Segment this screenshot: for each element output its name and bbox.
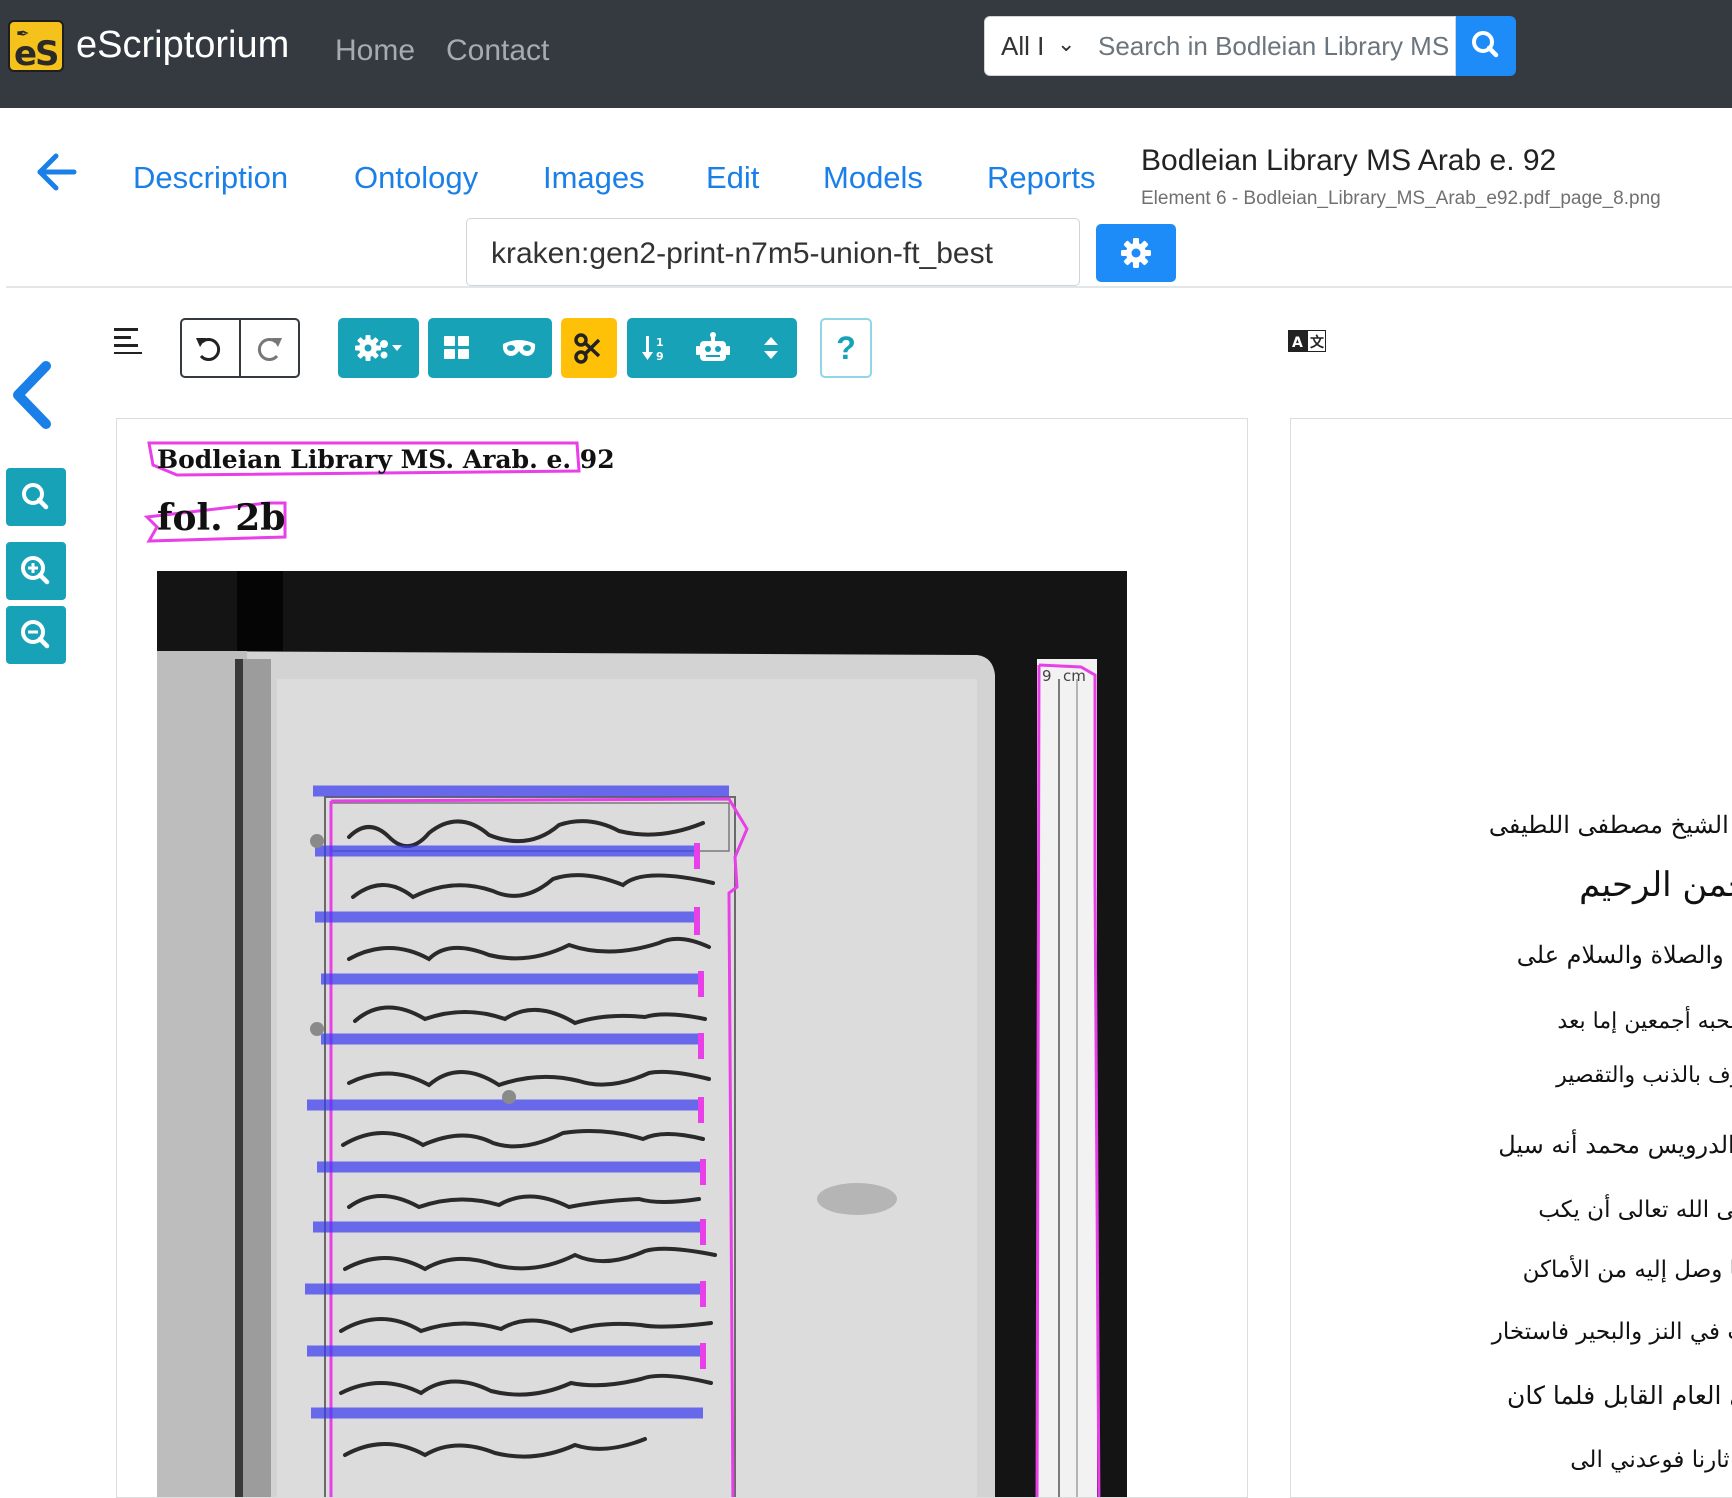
image-caption: Bodleian Library MS. Arab. e. 92 [157, 445, 615, 474]
search-icon [1472, 31, 1499, 58]
view-toggle-group [428, 318, 552, 378]
mask-icon[interactable] [500, 336, 538, 360]
svg-text:9: 9 [656, 350, 664, 362]
regions-icon[interactable] [442, 334, 472, 362]
top-navbar: ✒ eS eScriptorium Home Contact All I ⌄ S… [0, 0, 1732, 108]
lines-icon[interactable] [114, 326, 144, 354]
document-title: Bodleian Library MS Arab e. 92 [1141, 144, 1557, 177]
undo-redo-group [180, 318, 300, 378]
header-divider [6, 286, 1732, 288]
zoom-fit-button[interactable] [6, 468, 66, 526]
zoom-in-icon [21, 556, 50, 585]
redo-icon[interactable] [252, 334, 284, 364]
help-button[interactable]: ? [820, 318, 872, 378]
element-subtitle: Element 6 - Bodleian_Library_MS_Arab_e92… [1141, 188, 1661, 209]
undo-icon[interactable] [194, 334, 226, 364]
transcription-line[interactable]: ه ثارنا فوعدني الى [1570, 1447, 1732, 1473]
tab-models[interactable]: Models [823, 160, 923, 196]
model-settings-button[interactable] [1096, 224, 1176, 282]
transcription-line[interactable]: ما وصل إليه من الأماكن [1523, 1257, 1732, 1283]
transcription-line[interactable]: حمن الرحيم [1579, 865, 1732, 905]
ruler-unit-label: cm [1063, 667, 1086, 685]
ruler-top-label: 9 [1042, 667, 1052, 685]
cut-icon [574, 333, 601, 364]
transcription-line[interactable]: ا الدرويس محمد أنه سيل [1498, 1131, 1732, 1159]
translate-icon[interactable]: A 文 [1288, 330, 1326, 352]
gear-icon [1121, 238, 1151, 268]
transcription-line[interactable]: ن والصلاة والسلام على [1517, 941, 1732, 969]
tab-description[interactable]: Description [133, 160, 288, 196]
segmentation-panel: 9 cm Bodleian Library MS. Arab. e. 92 fo… [116, 418, 1248, 1498]
transcription-line[interactable]: ي العام القابل فلما كان [1507, 1381, 1732, 1410]
tab-reports[interactable]: Reports [987, 160, 1096, 196]
transcription-model-select[interactable]: kraken:gen2-print-n7m5-union-ft_best [466, 218, 1080, 286]
transcription-panel: ة الشيخ مصطفى اللطيفى حمن الرحيم ن والصل… [1290, 418, 1732, 1498]
zoom-out-icon [21, 620, 50, 649]
svg-text:A: A [1292, 335, 1303, 351]
folio-label: fol. 2b [157, 497, 286, 539]
tab-images[interactable]: Images [543, 160, 645, 196]
svg-text:文: 文 [1310, 334, 1325, 351]
robot-icon[interactable] [695, 332, 731, 364]
search-button[interactable] [1456, 16, 1516, 76]
brand-name[interactable]: eScriptorium [76, 24, 289, 67]
escriptorium-logo[interactable]: ✒ eS [8, 20, 64, 74]
tab-edit[interactable]: Edit [706, 160, 759, 196]
manuscript-image[interactable]: 9 cm [117, 419, 1248, 1498]
search-input[interactable]: Search in Bodleian Library MS [1082, 16, 1456, 76]
nav-contact-link[interactable]: Contact [446, 34, 549, 68]
tab-ontology[interactable]: Ontology [354, 160, 478, 196]
back-arrow-icon[interactable] [34, 152, 78, 192]
chevron-left-icon[interactable] [10, 360, 54, 430]
transcription-line[interactable]: ة الشيخ مصطفى اللطيفى [1489, 811, 1732, 839]
transcription-line[interactable]: صحبه أجمعين إما بعد [1557, 1009, 1732, 1034]
undo-redo-separator [239, 320, 241, 376]
cut-tool-button[interactable] [561, 318, 617, 378]
logo-text: eS [14, 34, 60, 74]
transcription-line[interactable]: ب في النز والبحير فاستخار [1492, 1319, 1732, 1345]
chevron-down-icon: ⌄ [1057, 31, 1076, 56]
settings-icon [355, 335, 402, 361]
transcription-line[interactable]: ترف بالذنب والتقصير [1556, 1063, 1732, 1088]
search-scope-select[interactable]: All I ⌄ [984, 16, 1084, 76]
svg-text:1: 1 [656, 336, 664, 349]
search-icon [22, 483, 49, 510]
sort-icon[interactable]: 1 9 [641, 334, 671, 362]
search-scope-value: All I [1001, 31, 1045, 61]
transcription-line[interactable]: إلى الله تعالى أن يكب [1538, 1197, 1732, 1223]
zoom-out-button[interactable] [6, 606, 66, 664]
nav-home-link[interactable]: Home [335, 34, 415, 68]
zoom-in-button[interactable] [6, 542, 66, 600]
sort-updown-icon[interactable] [761, 334, 781, 362]
settings-dropdown-button[interactable] [338, 318, 419, 378]
line-tools-group: 1 9 [627, 318, 797, 378]
